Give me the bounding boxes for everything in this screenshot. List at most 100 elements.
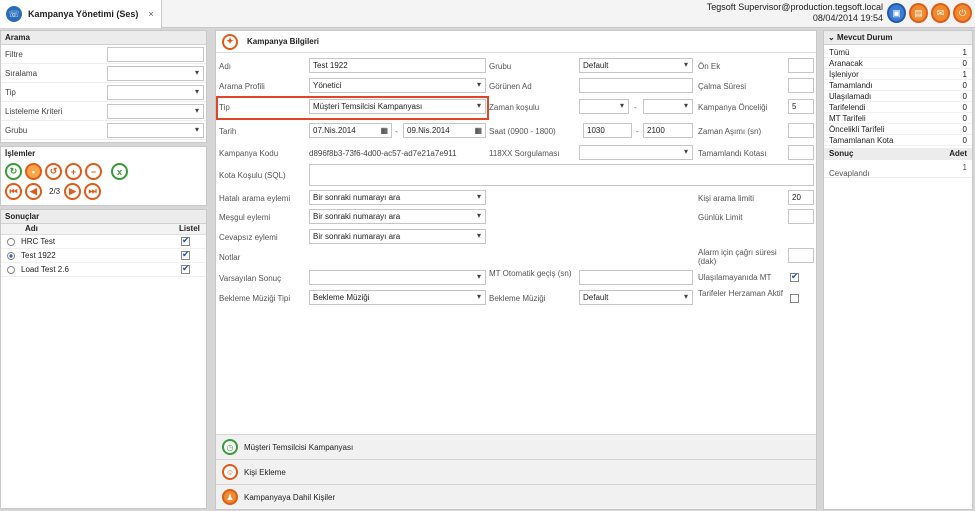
bekleme-tipi-select[interactable]: Bekleme Müziği [309,290,486,305]
mevcut-row: Tamamlandı 0 [824,80,972,91]
kota-label: Kota Koşulu (SQL) [219,171,286,180]
grubu-row: Grubu [1,121,206,140]
tarih-end-input[interactable]: 09.Nis.2014 ▦ [403,123,486,138]
mevcut-value: 0 [962,80,967,90]
kota-textarea[interactable] [309,164,814,186]
list-item[interactable]: HRC Test [1,235,206,249]
calendar-icon[interactable]: ▦ [474,126,482,135]
list-checkbox[interactable] [181,235,190,246]
tarifeler-checkbox[interactable] [790,294,799,303]
sonuclar-panel: Sonuçlar Adı Listel HRC Test Test 1922 L… [0,209,207,509]
zaman-end-select[interactable] [643,99,693,114]
varsayilan-select[interactable] [309,270,486,285]
tip-select[interactable] [107,84,204,100]
alarm-label: Alarm için çağrı süresi (dak) [698,248,777,266]
alarm-input[interactable] [788,248,814,263]
list-checkbox[interactable] [181,249,190,260]
mevcut-value: 0 [962,91,967,101]
list-item[interactable]: Load Test 2.6 [1,263,206,277]
next-page-icon[interactable]: ▶ [64,183,82,200]
zaman-start-select[interactable] [579,99,629,114]
onek-input[interactable] [788,58,814,73]
gunluk-input[interactable] [788,209,814,224]
radio[interactable] [7,251,15,260]
ulasilamayan-checkbox[interactable] [790,271,799,282]
mevcut-value: 0 [962,135,967,145]
accordion-item-kisi[interactable]: ☺ Kişi Ekleme [216,459,816,484]
radio[interactable] [7,265,15,274]
remove-icon[interactable]: − [85,163,102,180]
mevcut-value: 0 [962,58,967,68]
last-page-icon[interactable]: ⏭ [84,183,102,200]
mevcut-label: MT Tarifeli [829,113,866,123]
siralama-select[interactable] [107,65,204,81]
saat-start-input[interactable]: 1030 [583,123,632,138]
close-icon[interactable]: × [148,9,153,19]
mevcut-value: 0 [962,113,967,123]
oncelik-input[interactable]: 5 [788,99,814,114]
power-icon[interactable]: ⏻ [953,3,972,23]
first-page-icon[interactable]: ⏮ [5,183,22,200]
user-name: Tegsoft Supervisor@production.tegsoft.lo… [706,2,883,12]
mt-oto-input[interactable] [579,270,693,285]
tab-kampanya[interactable]: ☏ Kampanya Yönetimi (Ses) × [0,0,162,28]
mesgul-select[interactable]: Bir sonraki numarayı ara [309,209,486,224]
hatali-select[interactable]: Bir sonraki numarayı ara [309,190,486,205]
listeleme-select[interactable] [107,103,204,119]
filtre-input[interactable] [107,46,204,62]
mevcut-row: Tamamlanan Kota 0 [824,135,972,146]
sonuc-header: Sonuç Adet [824,148,972,160]
sonuclar-header: Adı Listel [1,224,206,235]
sonuc-value: 1 [962,163,967,172]
siralama-label: Sıralama [5,68,38,78]
tamam-kota-input[interactable] [788,145,814,160]
prev-page-icon[interactable]: ◀ [25,183,42,200]
mevcut-header[interactable]: ⌄ Mevcut Durum [824,31,972,45]
mevcut-value: 1 [962,69,967,79]
asimi-input[interactable] [788,123,814,138]
chat-icon[interactable]: ✉ [931,3,950,23]
mevcut-label: Aranacak [829,58,863,68]
kisi-limit-input[interactable]: 20 [788,190,814,205]
mesgul-label: Meşgul eylemi [219,213,271,222]
sorgu-select[interactable] [579,145,693,160]
excel-icon[interactable]: x [111,163,128,180]
mevcut-label: Tümü [829,47,850,57]
grubu-label: Grubu [5,125,28,135]
list-item[interactable]: Test 1922 [1,249,206,263]
refresh-icon[interactable]: ↻ [5,163,22,180]
accordion-item-dahil[interactable]: ♟ Kampanyaya Dahil Kişiler [216,484,816,509]
undo-icon[interactable]: ↺ [45,163,62,180]
radio[interactable] [7,237,15,246]
save-icon[interactable]: ▪ [25,163,42,180]
list-checkbox[interactable] [181,263,190,274]
calendar-icon[interactable]: ▦ [380,126,388,135]
sorgu-label: 118XX Sorgulaması [489,149,560,158]
monitor-icon[interactable]: ▣ [887,3,906,23]
gorunen-input[interactable] [579,78,693,93]
asimi-label: Zaman Aşımı (sn) [698,127,762,136]
add-icon[interactable]: + [65,163,82,180]
screen-icon[interactable]: ▤ [909,3,928,23]
saat-end-input[interactable]: 2100 [643,123,693,138]
kod-label: Kampanya Kodu [219,149,279,158]
adi-input[interactable]: Test 1922 [309,58,486,73]
arama-profili-select[interactable]: Yönetici [309,78,486,93]
tip-select[interactable]: Müşteri Temsilcisi Kampanyası [309,99,486,114]
mevcut-label: Tarifelendi [829,102,866,112]
tarih-start-input[interactable]: 07.Nis.2014 ▦ [309,123,392,138]
accordion-label: Kampanyaya Dahil Kişiler [244,492,336,502]
onek-label: Ön Ek [698,62,721,71]
bekleme-select[interactable]: Default [579,290,693,305]
gunluk-label: Günlük Limit [698,213,743,222]
mevcut-label: Tamamlandı [829,80,873,90]
grubu-select[interactable]: Default [579,58,693,73]
cevapsiz-select[interactable]: Bir sonraki numarayı ara [309,229,486,244]
grubu-select[interactable] [107,122,204,138]
cevapsiz-label: Cevapsız eylemi [219,233,278,242]
col-adi: Adı [25,224,38,233]
calma-input[interactable] [788,78,814,93]
accordion-item-mt[interactable]: ◷ Müşteri Temsilcisi Kampanyası [216,434,816,459]
hatali-label: Hatalı arama eylemi [219,194,291,203]
tarih-dash: - [395,127,398,136]
